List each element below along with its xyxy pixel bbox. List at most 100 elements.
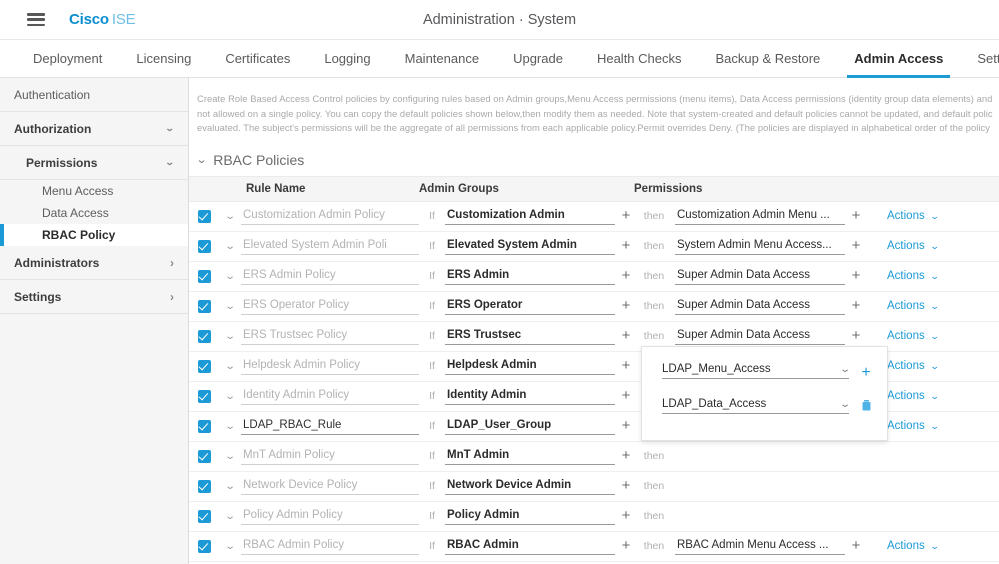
rule-name-input[interactable]: Network Device Policy [241, 477, 419, 495]
permission-select[interactable]: LDAP_Data_Access ⌄ [662, 398, 850, 414]
add-admin-group-icon[interactable]: + [619, 388, 633, 403]
chevron-down-icon[interactable]: ⌄ [929, 241, 939, 252]
add-admin-group-icon[interactable]: + [619, 448, 633, 463]
sidebar-item-authorization[interactable]: Authorization ⌄ [0, 112, 188, 146]
rule-name-input[interactable]: RBAC Admin Policy [241, 537, 419, 555]
row-expand-toggle[interactable]: ⌄ [219, 271, 241, 282]
chevron-down-icon[interactable]: ⌄ [224, 271, 235, 282]
chevron-down-icon[interactable]: ⌄ [224, 241, 235, 252]
row-checkbox[interactable] [197, 419, 211, 433]
admin-group-input[interactable]: ERS Operator [445, 297, 615, 315]
chevron-down-icon[interactable]: ⌄ [224, 211, 235, 222]
actions-menu-button[interactable]: Actions [887, 330, 925, 342]
add-admin-group-icon[interactable]: + [619, 508, 633, 523]
row-checkbox[interactable] [197, 239, 211, 253]
rule-name-input[interactable]: Identity Admin Policy [241, 387, 419, 405]
add-admin-group-icon[interactable]: + [619, 358, 633, 373]
chevron-down-icon[interactable]: ⌄ [839, 399, 850, 410]
row-expand-toggle[interactable]: ⌄ [219, 541, 241, 552]
permission-input[interactable]: Super Admin Data Access [675, 267, 845, 285]
row-expand-toggle[interactable]: ⌄ [219, 511, 241, 522]
add-permission-icon[interactable]: + [849, 538, 863, 553]
row-expand-toggle[interactable]: ⌄ [219, 361, 241, 372]
rule-name-input[interactable]: ERS Admin Policy [241, 267, 419, 285]
row-expand-toggle[interactable]: ⌄ [219, 211, 241, 222]
add-permission-icon[interactable]: + [849, 208, 863, 223]
tab-health-checks[interactable]: Health Checks [580, 40, 699, 77]
chevron-down-icon[interactable]: ⌄ [929, 421, 939, 432]
tab-licensing[interactable]: Licensing [119, 40, 208, 77]
sidebar-item-settings[interactable]: Settings › [0, 280, 188, 314]
permission-input[interactable]: Customization Admin Menu ... [675, 207, 845, 225]
brand-logo[interactable]: Cisco ISE [69, 11, 136, 28]
add-admin-group-icon[interactable]: + [619, 208, 633, 223]
add-admin-group-icon[interactable]: + [619, 538, 633, 553]
rule-name-input[interactable]: Helpdesk Admin Policy [241, 357, 419, 375]
sidebar-item-rbac-policy[interactable]: RBAC Policy [0, 224, 188, 246]
sidebar-item-data-access[interactable]: Data Access [0, 202, 188, 224]
add-admin-group-icon[interactable]: + [619, 328, 633, 343]
row-checkbox[interactable] [197, 209, 211, 223]
chevron-down-icon[interactable]: ⌄ [165, 157, 175, 168]
chevron-down-icon[interactable]: ⌄ [929, 271, 939, 282]
admin-group-input[interactable]: Network Device Admin [445, 477, 615, 495]
actions-menu-button[interactable]: Actions [887, 240, 925, 252]
chevron-right-icon[interactable]: › [170, 290, 174, 304]
admin-group-input[interactable]: Customization Admin [445, 207, 615, 225]
row-checkbox[interactable] [197, 389, 211, 403]
admin-group-input[interactable]: LDAP_User_Group [445, 417, 615, 435]
rule-name-input[interactable]: Policy Admin Policy [241, 507, 419, 525]
permission-select[interactable]: LDAP_Menu_Access ⌄ [662, 363, 850, 379]
chevron-down-icon[interactable]: ⌄ [224, 361, 235, 372]
tab-upgrade[interactable]: Upgrade [496, 40, 580, 77]
admin-group-input[interactable]: Helpdesk Admin [445, 357, 615, 375]
chevron-down-icon[interactable]: ⌄ [929, 301, 939, 312]
permission-input[interactable]: Super Admin Data Access [675, 297, 845, 315]
rule-name-input[interactable]: Elevated System Admin Poli [241, 237, 419, 255]
add-icon[interactable]: + [859, 365, 873, 381]
row-checkbox[interactable] [197, 479, 211, 493]
sidebar-item-administrators[interactable]: Administrators › [0, 246, 188, 280]
actions-menu-button[interactable]: Actions [887, 540, 925, 552]
row-expand-toggle[interactable]: ⌄ [219, 391, 241, 402]
chevron-down-icon[interactable]: ⌄ [224, 421, 235, 432]
rule-name-input[interactable]: ERS Trustsec Policy [241, 327, 419, 345]
tab-deployment[interactable]: Deployment [16, 40, 119, 77]
sidebar-item-permissions[interactable]: Permissions ⌄ [0, 146, 188, 180]
add-admin-group-icon[interactable]: + [619, 418, 633, 433]
admin-group-input[interactable]: RBAC Admin [445, 537, 615, 555]
tab-certificates[interactable]: Certificates [208, 40, 307, 77]
row-expand-toggle[interactable]: ⌄ [219, 241, 241, 252]
row-checkbox[interactable] [197, 299, 211, 313]
actions-menu-button[interactable]: Actions [887, 390, 925, 402]
rule-name-input[interactable]: Customization Admin Policy [241, 207, 419, 225]
row-checkbox[interactable] [197, 359, 211, 373]
chevron-down-icon[interactable]: ⌄ [224, 541, 235, 552]
tab-backup-restore[interactable]: Backup & Restore [699, 40, 838, 77]
actions-menu-button[interactable]: Actions [887, 270, 925, 282]
add-permission-icon[interactable]: + [849, 298, 863, 313]
permission-input[interactable]: RBAC Admin Menu Access ... [675, 537, 845, 555]
actions-menu-button[interactable]: Actions [887, 210, 925, 222]
rule-name-input[interactable]: LDAP_RBAC_Rule [241, 417, 419, 435]
rule-name-input[interactable]: MnT Admin Policy [241, 447, 419, 465]
admin-group-input[interactable]: ERS Admin [445, 267, 615, 285]
row-checkbox[interactable] [197, 539, 211, 553]
row-expand-toggle[interactable]: ⌄ [219, 331, 241, 342]
add-admin-group-icon[interactable]: + [619, 478, 633, 493]
chevron-down-icon[interactable]: ⌄ [224, 481, 235, 492]
admin-group-input[interactable]: Identity Admin [445, 387, 615, 405]
tab-settings[interactable]: Settings [960, 40, 999, 77]
tab-maintenance[interactable]: Maintenance [388, 40, 496, 77]
admin-group-input[interactable]: ERS Trustsec [445, 327, 615, 345]
chevron-right-icon[interactable]: › [170, 256, 174, 270]
add-admin-group-icon[interactable]: + [619, 268, 633, 283]
row-checkbox[interactable] [197, 329, 211, 343]
add-admin-group-icon[interactable]: + [619, 238, 633, 253]
hamburger-icon[interactable] [27, 13, 45, 26]
trash-icon[interactable] [859, 400, 873, 414]
row-checkbox[interactable] [197, 449, 211, 463]
actions-menu-button[interactable]: Actions [887, 300, 925, 312]
rbac-policies-section-header[interactable]: ⌄ RBAC Policies [189, 146, 999, 176]
row-expand-toggle[interactable]: ⌄ [219, 421, 241, 432]
